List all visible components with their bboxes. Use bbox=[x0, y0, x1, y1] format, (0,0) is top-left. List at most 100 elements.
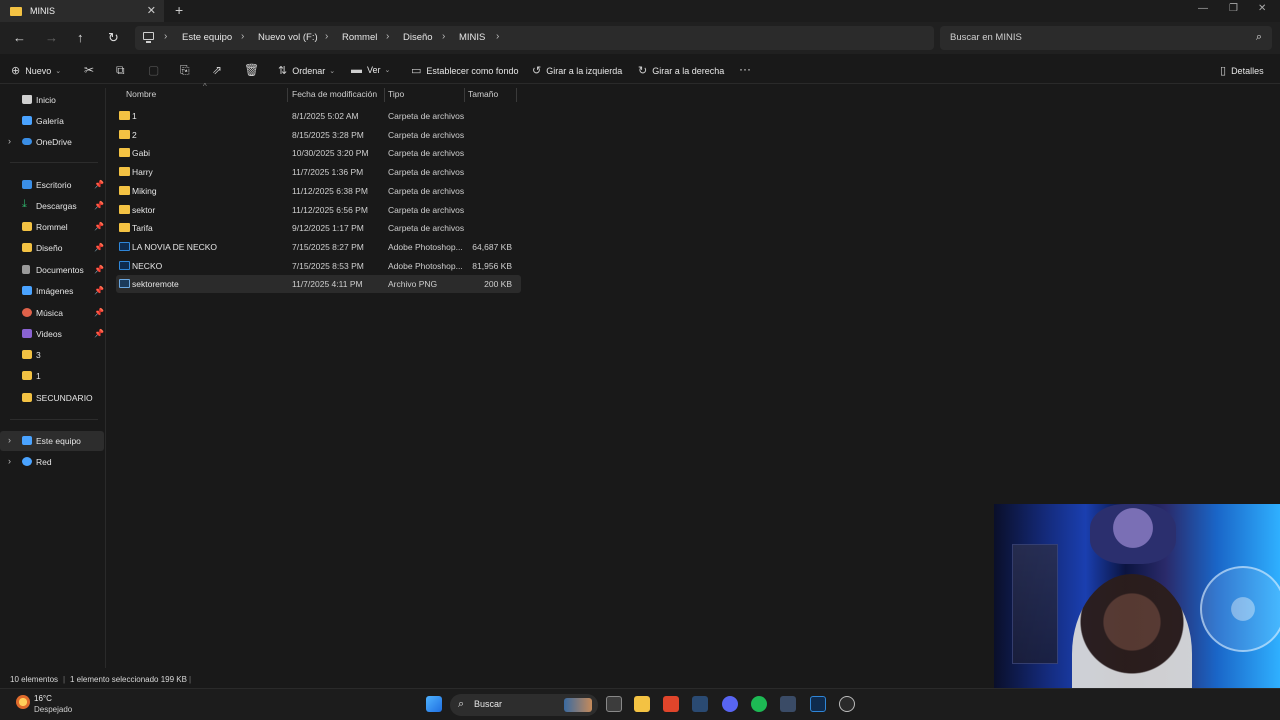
back-arrow-icon[interactable]: ← bbox=[13, 30, 26, 45]
steam-active-icon[interactable] bbox=[780, 696, 796, 712]
column-header-type[interactable]: Tipo bbox=[388, 89, 404, 99]
windows-start-icon[interactable] bbox=[426, 696, 442, 712]
details-button[interactable]: ▯ Detalles bbox=[1220, 64, 1264, 77]
address-bar[interactable]: › Este equipo › Nuevo vol (F:) › Rommel … bbox=[135, 26, 934, 50]
set-background-button[interactable]: ▭ Establecer como fondo bbox=[411, 64, 518, 77]
folder-row[interactable]: 1 8/1/2025 5:02 AM Carpeta de archivos bbox=[116, 107, 521, 125]
search-input[interactable]: Buscar en MINIS ⌕ bbox=[940, 26, 1272, 50]
rotate-left-button[interactable]: ↺ Girar a la izquierda bbox=[532, 64, 622, 77]
sidebar-item-rommel[interactable]: Rommel 📌 bbox=[0, 217, 104, 237]
minimize-icon[interactable]: — bbox=[1198, 3, 1208, 14]
weather-icon[interactable] bbox=[16, 695, 30, 709]
breadcrumb-item[interactable]: Diseño bbox=[403, 32, 433, 43]
forward-arrow-icon[interactable]: → bbox=[45, 30, 58, 45]
paste-icon[interactable]: ▢ bbox=[148, 63, 159, 77]
share-icon[interactable]: ⇗ bbox=[212, 63, 222, 77]
copy-icon[interactable]: ⧉ bbox=[116, 63, 125, 78]
sidebar-item-inicio[interactable]: Inicio bbox=[0, 90, 104, 110]
close-tab-icon[interactable]: ✕ bbox=[147, 4, 156, 17]
column-header-name[interactable]: Nombre bbox=[126, 89, 156, 99]
trash-icon[interactable]: 🗑 bbox=[244, 63, 259, 77]
background-shelf bbox=[1012, 544, 1058, 664]
sidebar-item-secundario[interactable]: SECUNDARIO bbox=[0, 388, 104, 408]
sidebar-item-galeria[interactable]: Galería bbox=[0, 111, 104, 131]
folder-row[interactable]: Tarifa 9/12/2025 1:17 PM Carpeta de archiv… bbox=[116, 219, 521, 237]
refresh-icon[interactable]: ↻ bbox=[108, 30, 119, 46]
folder-row[interactable]: sektor 11/12/2025 6:56 PM Carpeta de archi… bbox=[116, 201, 521, 219]
column-divider[interactable] bbox=[516, 88, 517, 102]
close-window-icon[interactable]: ✕ bbox=[1258, 3, 1266, 14]
column-header-size[interactable]: Tamaño bbox=[468, 89, 498, 99]
divider bbox=[10, 162, 98, 163]
rename-icon[interactable]: ⎘ bbox=[180, 63, 190, 78]
sidebar-item-este-equipo[interactable]: › Este equipo bbox=[0, 431, 104, 451]
column-divider[interactable] bbox=[464, 88, 465, 102]
folder-icon bbox=[22, 371, 32, 380]
chevron-right-icon[interactable]: › bbox=[386, 31, 389, 42]
chevron-right-icon[interactable]: › bbox=[325, 31, 328, 42]
folder-row[interactable]: Harry 11/7/2025 1:36 PM Carpeta de archivo… bbox=[116, 163, 521, 181]
sidebar-item-descargas[interactable]: ⤓ Descargas 📌 bbox=[0, 196, 104, 216]
tab-minis[interactable]: MINIS ✕ bbox=[0, 0, 164, 22]
chevron-right-icon[interactable]: › bbox=[164, 31, 167, 42]
breadcrumb-item[interactable]: Nuevo vol (F:) bbox=[258, 32, 318, 43]
file-date: 11/12/2025 6:56 PM bbox=[292, 204, 368, 215]
column-divider[interactable] bbox=[384, 88, 385, 102]
maximize-icon[interactable]: ❐ bbox=[1229, 3, 1238, 14]
folder-icon bbox=[22, 393, 32, 402]
breadcrumb-item[interactable]: Este equipo bbox=[182, 32, 232, 43]
folder-row[interactable]: Gabi 10/30/2025 3:20 PM Carpeta de archivo… bbox=[116, 144, 521, 162]
spotify-icon[interactable] bbox=[751, 696, 767, 712]
file-name: 2 bbox=[132, 129, 137, 140]
chevron-right-icon[interactable]: › bbox=[496, 31, 499, 42]
column-divider[interactable] bbox=[287, 88, 288, 102]
rotate-left-label: Girar a la izquierda bbox=[546, 65, 623, 76]
brave-browser-icon[interactable] bbox=[663, 696, 679, 712]
chevron-right-icon[interactable]: › bbox=[442, 31, 445, 42]
file-row[interactable]: NECKO 7/15/2025 8:53 PM Adobe Photoshop...… bbox=[116, 257, 521, 275]
photoshop-icon[interactable] bbox=[810, 696, 826, 712]
command-bar: ⊕ Nuevo ⌄ ✂ ⧉ ▢ ⎘ ⇗ 🗑 ⇅ Ordenar ⌄ ▬ Ver … bbox=[0, 58, 1280, 84]
file-row[interactable]: LA NOVIA DE NECKO 7/15/2025 8:27 PM Adobe … bbox=[116, 238, 521, 256]
file-type: Carpeta de archivos bbox=[388, 129, 465, 140]
rotate-right-button[interactable]: ↻ Girar a la derecha bbox=[638, 64, 724, 77]
breadcrumb-item[interactable]: Rommel bbox=[342, 32, 377, 43]
breadcrumb-item[interactable]: MINIS bbox=[459, 32, 485, 43]
up-arrow-icon[interactable]: ↑ bbox=[77, 30, 84, 45]
sidebar-item-onedrive[interactable]: › OneDrive bbox=[0, 132, 104, 152]
sort-ascending-icon: ^ bbox=[203, 82, 207, 91]
weather-temperature[interactable]: 16°C bbox=[34, 694, 52, 703]
sidebar-item-3[interactable]: 3 bbox=[0, 345, 104, 365]
column-header-date[interactable]: Fecha de modificación bbox=[292, 89, 377, 99]
new-button[interactable]: ⊕ Nuevo ⌄ bbox=[11, 64, 61, 77]
weather-description[interactable]: Despejado bbox=[34, 705, 72, 714]
sidebar-item-escritorio[interactable]: Escritorio 📌 bbox=[0, 175, 104, 195]
sidebar-item-musica[interactable]: Música 📌 bbox=[0, 303, 104, 323]
more-options-button[interactable]: ··· bbox=[739, 62, 751, 76]
tab-title: MINIS bbox=[30, 6, 56, 16]
chevron-right-icon[interactable]: › bbox=[8, 435, 11, 445]
task-view-icon[interactable] bbox=[606, 696, 622, 712]
chevron-right-icon[interactable]: › bbox=[8, 456, 11, 466]
search-icon[interactable]: ⌕ bbox=[1256, 31, 1262, 44]
sidebar-item-1[interactable]: 1 bbox=[0, 366, 104, 386]
sidebar-item-imagenes[interactable]: Imágenes 📌 bbox=[0, 281, 104, 301]
taskbar-search[interactable]: ⌕ Buscar bbox=[450, 694, 598, 716]
sidebar-item-documentos[interactable]: Documentos 📌 bbox=[0, 260, 104, 280]
cut-icon[interactable]: ✂ bbox=[84, 63, 94, 77]
chevron-right-icon[interactable]: › bbox=[8, 136, 11, 146]
folder-row[interactable]: 2 8/15/2025 3:28 PM Carpeta de archivos bbox=[116, 126, 521, 144]
file-explorer-icon[interactable] bbox=[634, 696, 650, 712]
obs-icon[interactable] bbox=[839, 696, 855, 712]
new-tab-button[interactable]: + bbox=[175, 2, 183, 18]
chevron-right-icon[interactable]: › bbox=[241, 31, 244, 42]
steam-icon[interactable] bbox=[692, 696, 708, 712]
sidebar-item-videos[interactable]: Videos 📌 bbox=[0, 324, 104, 344]
sort-button[interactable]: ⇅ Ordenar ⌄ bbox=[278, 64, 335, 77]
view-button[interactable]: ▬ Ver ⌄ bbox=[351, 64, 390, 76]
file-row[interactable]: sektoremote 11/7/2025 4:11 PM Archivo PNG 2… bbox=[116, 275, 521, 294]
sidebar-item-red[interactable]: › Red bbox=[0, 452, 104, 472]
folder-row[interactable]: Miking 11/12/2025 6:38 PM Carpeta de archi… bbox=[116, 182, 521, 200]
sidebar-item-diseno[interactable]: Diseño 📌 bbox=[0, 238, 104, 258]
discord-icon[interactable] bbox=[722, 696, 738, 712]
